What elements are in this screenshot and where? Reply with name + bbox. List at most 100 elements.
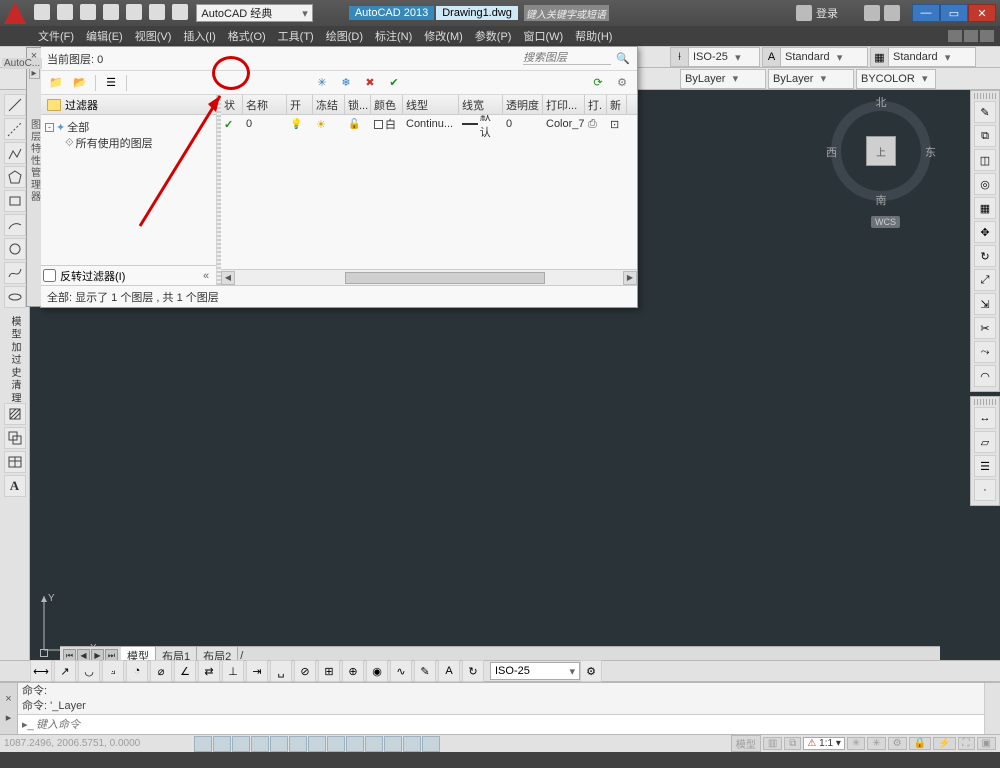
menu-modify[interactable]: 修改(M) <box>420 27 467 45</box>
toolbar-grip[interactable] <box>974 93 996 99</box>
help-icon[interactable] <box>884 5 900 21</box>
menu-file[interactable]: 文件(F) <box>34 27 78 45</box>
menu-parametric[interactable]: 参数(P) <box>471 27 516 45</box>
redo-icon[interactable] <box>172 4 188 20</box>
wcs-badge[interactable]: WCS <box>871 216 900 228</box>
dimstyle-dropdown[interactable]: ⟊ ISO-25 ▾ <box>670 47 760 67</box>
coordinates-readout[interactable]: 1087.2496, 2006.5751, 0.0000 <box>4 738 194 749</box>
settings-icon[interactable]: ⚙ <box>613 74 631 92</box>
menu-help[interactable]: 帮助(H) <box>571 27 616 45</box>
panel-side-handle[interactable]: × ▸ 图层特性管理器 <box>26 47 41 307</box>
hardware-accel-icon[interactable]: ⚡ <box>933 737 955 750</box>
col-linetype[interactable]: 线型 <box>403 95 459 114</box>
workspace-selector[interactable]: AutoCAD 经典 ▾ <box>196 4 312 22</box>
polygon-icon[interactable] <box>4 166 26 188</box>
menu-dimension[interactable]: 标注(N) <box>371 27 416 45</box>
scroll-left-icon[interactable]: ◀ <box>221 271 235 285</box>
qp-toggle[interactable] <box>403 736 421 752</box>
view-cube[interactable]: 上 北 南 西 东 <box>826 96 936 206</box>
menu-format[interactable]: 格式(O) <box>224 27 270 45</box>
new-filter-icon[interactable]: 📁 <box>47 74 65 92</box>
modelspace-button[interactable]: 模型 <box>731 735 761 752</box>
app-logo-icon[interactable] <box>4 2 26 24</box>
center-mark-icon[interactable]: ⊕ <box>342 660 364 682</box>
snapmode-toggle[interactable] <box>194 736 212 752</box>
osnap-toggle[interactable] <box>270 736 288 752</box>
search-icon[interactable]: 🔍 <box>615 51 631 67</box>
isolate-icon[interactable]: ⛶ <box>958 737 975 750</box>
exchange-icon[interactable] <box>864 5 880 21</box>
compass-south[interactable]: 南 <box>826 192 936 208</box>
otrack-toggle[interactable] <box>308 736 326 752</box>
dimstyle-combo[interactable]: ISO-25 ▾ <box>490 662 580 680</box>
hatch-icon[interactable] <box>4 403 26 425</box>
list-icon[interactable]: ☰ <box>974 455 996 477</box>
layer-search-input[interactable] <box>523 52 611 65</box>
dimedit-icon[interactable]: ✎ <box>414 660 436 682</box>
lock-ui-icon[interactable]: 🔒 <box>909 737 931 750</box>
sun-icon[interactable] <box>316 118 326 131</box>
dim-baseline-icon[interactable]: ⊥ <box>222 660 244 682</box>
tool-palette-label[interactable]: AutoC... <box>2 58 42 69</box>
jog-icon[interactable]: ∿ <box>390 660 412 682</box>
newvp-freeze-icon[interactable]: ⊡ <box>610 118 619 131</box>
polyline-icon[interactable] <box>4 142 26 164</box>
line-icon[interactable] <box>4 94 26 116</box>
login-label[interactable]: 登录 <box>816 5 838 21</box>
view-cube-face[interactable]: 上 <box>866 136 896 166</box>
scroll-right-icon[interactable]: ▶ <box>623 271 637 285</box>
dim-linear-icon[interactable]: ⟷ <box>30 660 52 682</box>
undo-icon[interactable] <box>149 4 165 20</box>
document-tab[interactable]: Drawing1.dwg <box>436 6 518 20</box>
filter-tree-body[interactable]: - ✦ 全部 ⟐ 所有使用的图层 <box>41 115 216 265</box>
keyword-search[interactable]: 键入关键字或短语 <box>524 5 609 21</box>
dim-continue-icon[interactable]: ⇥ <box>246 660 268 682</box>
col-name[interactable]: 名称 <box>243 95 287 114</box>
layer-grid-header[interactable]: 状 名称 开 冻结 锁... 颜色 线型 线宽 透明度 打印... 打. 新 <box>221 95 637 115</box>
tpy-toggle[interactable] <box>384 736 402 752</box>
dim-break-icon[interactable]: ⊘ <box>294 660 316 682</box>
array-icon[interactable]: ▦ <box>974 197 996 219</box>
gridmode-toggle[interactable] <box>213 736 231 752</box>
layer-grid-body[interactable]: 0 白 Continu... 默认 0 Color_7 ⊡ <box>221 115 637 269</box>
textstyle-dropdown[interactable]: A Standard ▾ <box>762 47 868 67</box>
new-layer-frozen-icon[interactable]: ❄ <box>337 74 355 92</box>
col-plotstyle[interactable]: 打印... <box>543 95 585 114</box>
layer-name[interactable]: 0 <box>243 118 287 130</box>
close-icon[interactable]: × <box>5 693 11 705</box>
col-lineweight[interactable]: 线宽 <box>459 95 503 114</box>
dyn-toggle[interactable] <box>346 736 364 752</box>
dimstyle-manager-icon[interactable]: ⚙ <box>580 660 602 682</box>
dimtedit-icon[interactable]: A <box>438 660 460 682</box>
col-on[interactable]: 开 <box>287 95 313 114</box>
lock-icon[interactable] <box>348 118 360 130</box>
text-icon[interactable]: A <box>4 475 26 497</box>
layer-plotstyle[interactable]: Color_7 <box>543 118 585 130</box>
menu-view[interactable]: 视图(V) <box>131 27 176 45</box>
quickview-icon[interactable]: ⧉ <box>784 737 801 750</box>
lwt-toggle[interactable] <box>365 736 383 752</box>
dim-arc-icon[interactable]: ◡ <box>78 660 100 682</box>
layer-transparency[interactable]: 0 <box>503 118 543 130</box>
tree-toggle-icon[interactable]: - <box>45 123 54 132</box>
delete-layer-icon[interactable]: ✖ <box>361 74 379 92</box>
ducs-toggle[interactable] <box>327 736 345 752</box>
inspect-icon[interactable]: ◉ <box>366 660 388 682</box>
col-newvp[interactable]: 新 <box>607 95 627 114</box>
clean-screen-icon[interactable]: ▣ <box>977 737 996 750</box>
toolbar-grip[interactable] <box>974 399 996 405</box>
command-area-handle[interactable]: × ▸ <box>0 683 18 734</box>
mdi-minimize-button[interactable] <box>948 30 962 42</box>
saveas-icon[interactable] <box>103 4 119 20</box>
menu-draw[interactable]: 绘图(D) <box>322 27 367 45</box>
mdi-restore-button[interactable] <box>964 30 978 42</box>
menu-insert[interactable]: 插入(I) <box>179 27 219 45</box>
dim-radius-icon[interactable]: ◔ <box>126 660 148 682</box>
minimize-button[interactable]: — <box>912 4 940 22</box>
command-line[interactable]: ▸_ <box>18 714 984 734</box>
tree-node-used[interactable]: ⟐ 所有使用的图层 <box>45 135 212 151</box>
open-icon[interactable] <box>57 4 73 20</box>
trim-icon[interactable]: ✂ <box>974 317 996 339</box>
ellipse-icon[interactable] <box>4 286 26 308</box>
fillet-icon[interactable]: ◠ <box>974 365 996 387</box>
